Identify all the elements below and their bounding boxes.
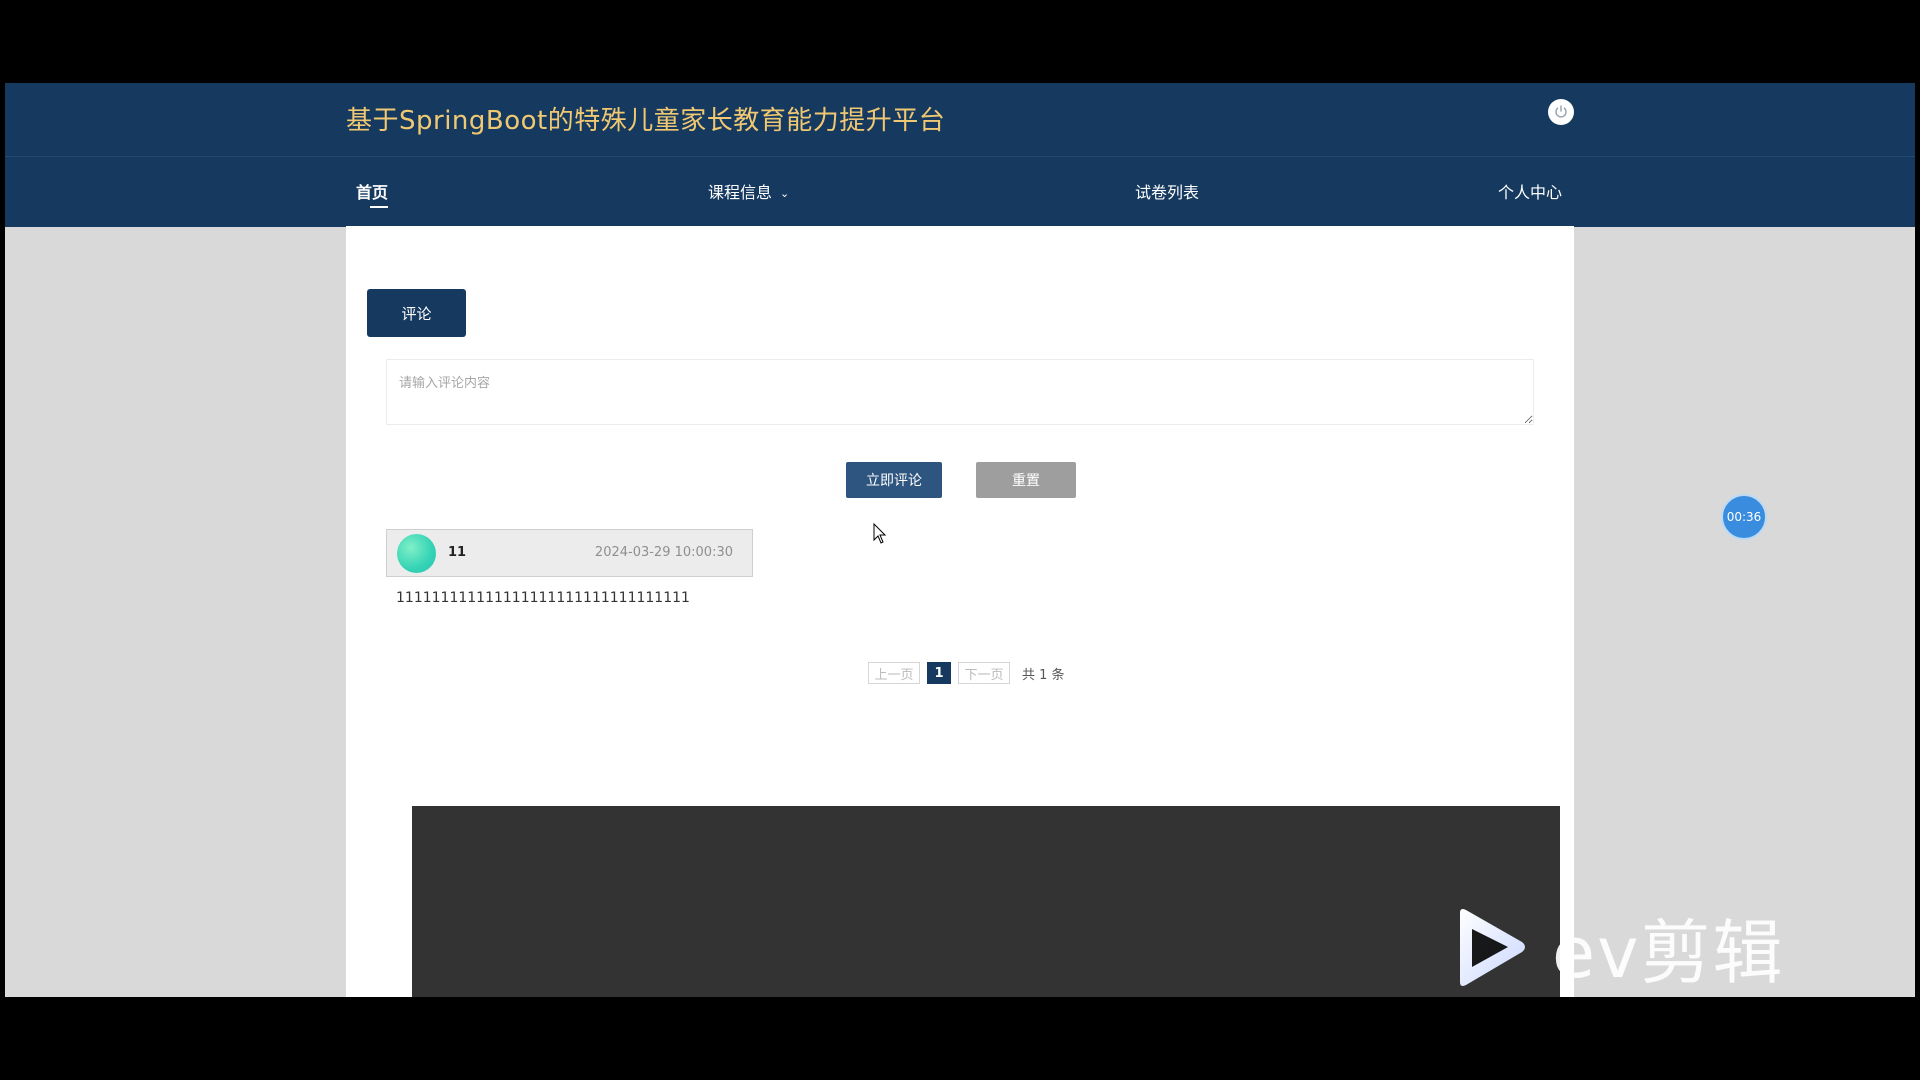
recording-timer: 00:36 (1721, 494, 1767, 540)
ev-watermark-text: ev剪辑 (1552, 912, 1785, 994)
avatar (397, 534, 436, 573)
browser-viewport: 基于SpringBoot的特殊儿童家长教育能力提升平台 首页 课程信息 ⌄ 试卷列… (5, 83, 1915, 997)
chevron-down-icon: ⌄ (780, 187, 790, 200)
ev-play-logo-icon (1460, 909, 1525, 986)
reset-button[interactable]: 重置 (976, 462, 1076, 498)
page-number-button[interactable]: 1 (927, 662, 951, 684)
prev-page-button[interactable]: 上一页 (868, 662, 920, 684)
nav-item-label: 首页 (356, 183, 389, 202)
tab-comment[interactable]: 评论 (367, 289, 466, 337)
power-icon (1555, 105, 1567, 118)
nav-item-label: 个人中心 (1498, 183, 1563, 202)
site-header: 基于SpringBoot的特殊儿童家长教育能力提升平台 (5, 83, 1915, 156)
logout-button[interactable] (1548, 99, 1574, 125)
nav-item-label: 课程信息 (708, 183, 773, 202)
nav-item-home[interactable]: 首页 (356, 179, 389, 208)
comment-timestamp: 2024-03-29 10:00:30 (594, 545, 733, 560)
next-page-button[interactable]: 下一页 (958, 662, 1010, 684)
nav-item-exam-list[interactable]: 试卷列表 (1135, 179, 1199, 203)
mouse-cursor-icon (873, 523, 887, 544)
nav-item-personal-center[interactable]: 个人中心 (1498, 179, 1562, 203)
total-count: 共 1 条 (1022, 667, 1065, 683)
nav-item-label: 试卷列表 (1135, 183, 1200, 202)
comment-body: 111111111111111111111111111111111 (396, 590, 690, 606)
active-indicator (370, 206, 388, 208)
comment-header: 11 2024-03-29 10:00:30 (386, 529, 753, 577)
pagination: 上一页 1 下一页 共 1 条 (868, 661, 1065, 685)
submit-comment-button[interactable]: 立即评论 (846, 462, 942, 498)
video-player[interactable] (412, 806, 1560, 997)
comment-input[interactable] (386, 359, 1534, 425)
nav-item-course-info[interactable]: 课程信息 ⌄ (708, 179, 789, 203)
comment-username: 11 (448, 545, 467, 560)
ev-watermark: ev剪辑 (1450, 905, 1785, 994)
main-content: 评论 立即评论 重置 11 2024-03-29 10:00:30 111111… (346, 226, 1574, 997)
site-title: 基于SpringBoot的特殊儿童家长教育能力提升平台 (346, 106, 946, 136)
main-nav: 首页 课程信息 ⌄ 试卷列表 个人中心 (5, 156, 1915, 227)
